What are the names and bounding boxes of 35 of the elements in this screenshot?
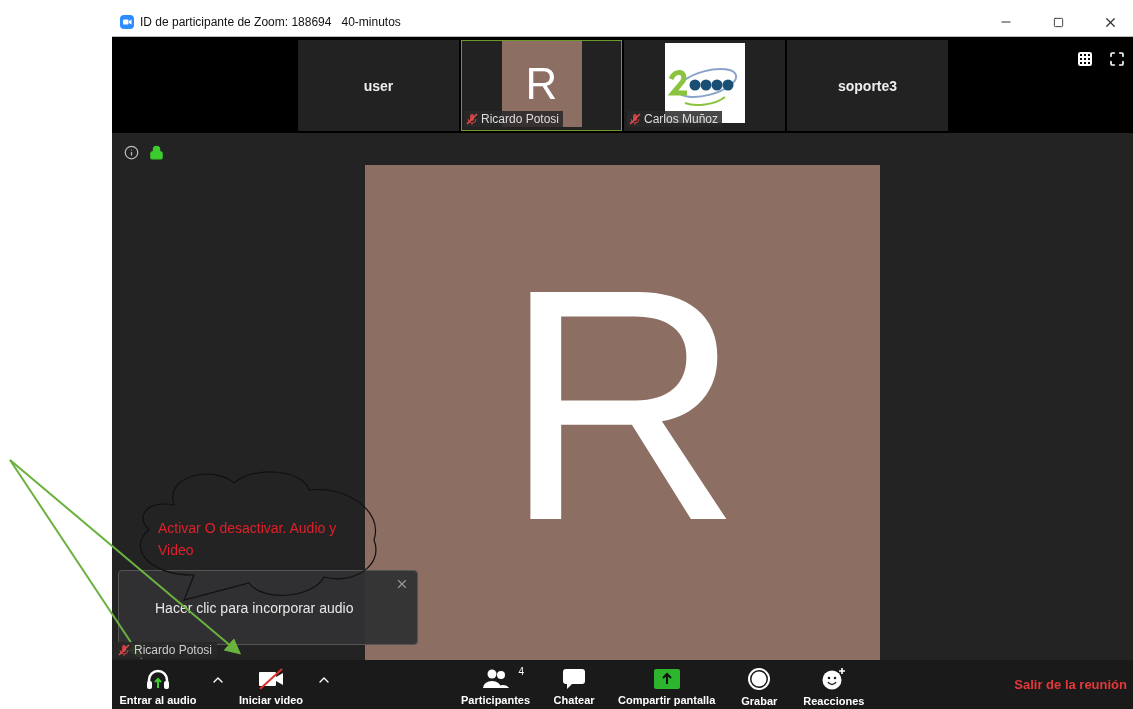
lock-icon[interactable] — [149, 145, 164, 160]
participant-name: soporte3 — [837, 77, 898, 94]
leave-meeting-button[interactable]: Salir de la reunión — [1014, 677, 1127, 692]
participant-name: user — [363, 77, 394, 94]
close-button[interactable] — [395, 577, 409, 591]
toolbar-button[interactable]: Chatear — [544, 663, 605, 706]
toolbar-button[interactable]: Reacciones — [801, 662, 867, 707]
headphones-icon — [145, 667, 171, 690]
participant-count: 4 — [518, 665, 525, 677]
participant-tile[interactable]: Carlos Muñoz — [624, 40, 785, 131]
participant-name: Carlos Muñoz — [644, 112, 719, 126]
people-icon — [481, 667, 510, 690]
fullscreen-icon[interactable] — [1109, 51, 1125, 67]
participant-name: Ricardo Potosi — [134, 643, 213, 657]
record-icon — [747, 666, 772, 691]
grid-icon[interactable] — [1077, 51, 1093, 67]
info-icon[interactable] — [124, 145, 139, 160]
toolbar-button[interactable]: Entrar al audio — [114, 663, 202, 706]
chat-icon — [562, 667, 587, 690]
share-screen-icon — [653, 667, 680, 690]
video-camera-icon — [120, 15, 134, 29]
participant-tile[interactable]: soporte3 — [787, 40, 948, 131]
camera-off-icon — [257, 667, 285, 690]
avatar-letter: R — [503, 240, 742, 540]
toolbar-button[interactable]: Participantes 4 — [459, 663, 533, 706]
maximize-icon — [1052, 16, 1064, 28]
window-title: ID de participante de Zoom: 188694 40-minutos — [140, 15, 402, 29]
participant-tile[interactable]: R Ricardo Potosi — [461, 40, 622, 131]
toolbar-button[interactable]: Compartir pantalla — [616, 663, 718, 706]
smiley-plus-icon — [820, 666, 847, 691]
participant-name: Ricardo Potosi — [481, 112, 560, 126]
toolbar-button[interactable]: Iniciar video — [234, 663, 308, 706]
participant-tile[interactable]: user — [298, 40, 459, 131]
toolbar-button[interactable]: Grabar — [729, 662, 790, 707]
annotation-text: Activar O desactivar. Audio y Video — [158, 519, 338, 560]
